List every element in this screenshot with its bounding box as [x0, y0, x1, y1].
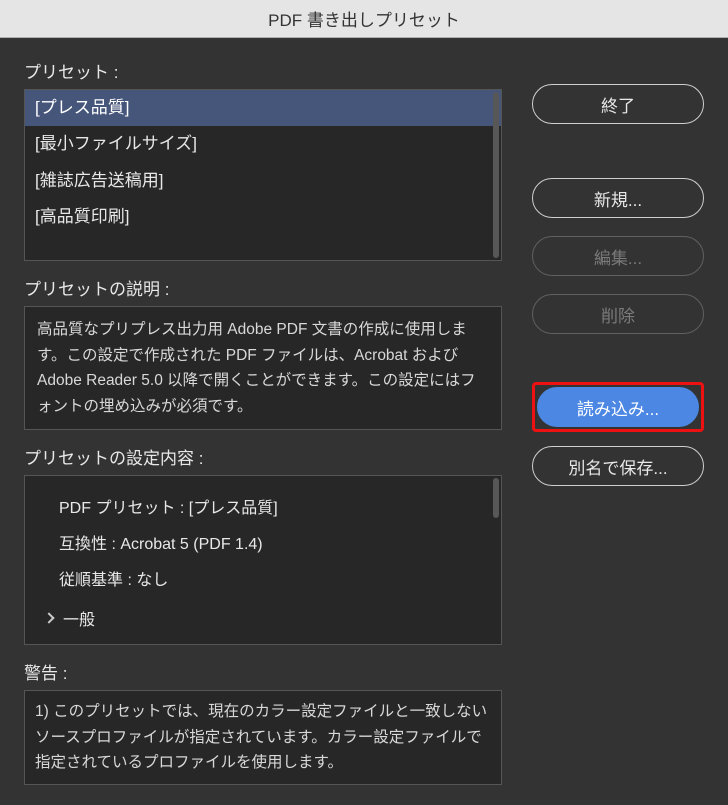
collapse-label: 一般	[63, 606, 95, 630]
delete-button: 削除	[532, 294, 704, 334]
scrollbar[interactable]	[493, 92, 499, 258]
settings-row: 互換性 : Acrobat 5 (PDF 1.4)	[39, 524, 487, 560]
presets-label: プリセット :	[24, 58, 502, 83]
chevron-right-icon	[43, 613, 54, 624]
load-button[interactable]: 読み込み...	[537, 387, 699, 427]
settings-label: プリセットの設定内容 :	[24, 444, 502, 469]
description-text: 高品質なプリプレス出力用 Adobe PDF 文書の作成に使用します。この設定で…	[37, 321, 476, 415]
description-label: プリセットの説明 :	[24, 275, 502, 300]
presets-listbox[interactable]: [プレス品質] [最小ファイルサイズ] [雑誌広告送稿用] [高品質印刷]	[24, 89, 502, 261]
load-button-highlight: 読み込み...	[532, 382, 704, 432]
warnings-box: 1) このプリセットでは、現在のカラー設定ファイルと一致しないソースプロファイル…	[24, 690, 502, 785]
done-button[interactable]: 終了	[532, 84, 704, 124]
preset-item[interactable]: [雑誌広告送稿用]	[25, 163, 501, 199]
collapse-general[interactable]: 一般	[39, 596, 487, 630]
settings-row: 従順基準 : なし	[39, 560, 487, 596]
scrollbar[interactable]	[493, 478, 499, 518]
window-titlebar: PDF 書き出しプリセット	[0, 0, 728, 38]
warning-text: 1) このプリセットでは、現在のカラー設定ファイルと一致しないソースプロファイル…	[35, 703, 487, 771]
window-title: PDF 書き出しプリセット	[268, 6, 460, 31]
settings-box: PDF プリセット : [プレス品質] 互換性 : Acrobat 5 (PDF…	[24, 475, 502, 645]
preset-item[interactable]: [最小ファイルサイズ]	[25, 126, 501, 162]
preset-item[interactable]: [高品質印刷]	[25, 199, 501, 235]
save-as-button[interactable]: 別名で保存...	[532, 446, 704, 486]
description-box: 高品質なプリプレス出力用 Adobe PDF 文書の作成に使用します。この設定で…	[24, 306, 502, 430]
preset-item[interactable]: [プレス品質]	[25, 90, 501, 126]
edit-button: 編集...	[532, 236, 704, 276]
new-button[interactable]: 新規...	[532, 178, 704, 218]
settings-row: PDF プリセット : [プレス品質]	[39, 488, 487, 524]
warnings-label: 警告 :	[24, 659, 502, 684]
